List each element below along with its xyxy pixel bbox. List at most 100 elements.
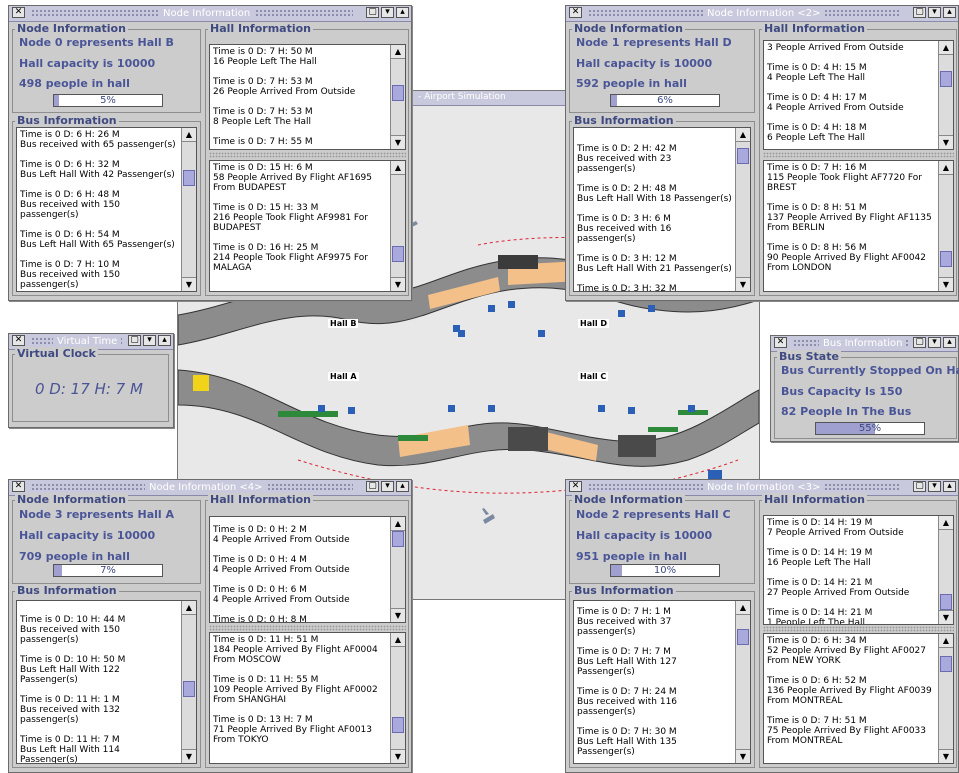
vertical-scrollbar[interactable]: ▲ ▼ — [938, 634, 953, 763]
iconify-icon[interactable]: ▢ — [366, 481, 379, 492]
scroll-up-icon[interactable]: ▲ — [391, 517, 405, 531]
iconify-icon[interactable]: ▢ — [913, 337, 926, 348]
scroll-down-icon[interactable]: ▼ — [391, 277, 405, 291]
scroll-up-icon[interactable]: ▲ — [939, 41, 953, 55]
scroll-up-icon[interactable]: ▲ — [391, 161, 405, 175]
scroll-thumb[interactable] — [183, 681, 195, 697]
close-icon[interactable]: ✕ — [569, 481, 582, 492]
scroll-up-icon[interactable]: ▲ — [182, 128, 196, 142]
bus-state-label: Bus State — [777, 350, 841, 363]
scroll-down-icon[interactable]: ▼ — [939, 135, 953, 149]
vertical-scrollbar[interactable]: ▲ ▼ — [390, 633, 405, 763]
close-icon[interactable]: ✕ — [12, 335, 25, 346]
iconify-icon[interactable]: ▢ — [366, 7, 379, 18]
node3-bus-list[interactable]: Time is 0 D: 10 H: 44 M Bus received wit… — [16, 600, 197, 764]
scroll-up-icon[interactable]: ▲ — [736, 601, 750, 615]
scroll-up-icon[interactable]: ▲ — [182, 601, 196, 615]
node3-flight-list[interactable]: Time is 0 D: 11 H: 51 M 184 People Arriv… — [209, 632, 406, 764]
maximize-icon[interactable]: ▴ — [943, 481, 956, 492]
minimize-icon[interactable]: ▾ — [381, 7, 394, 18]
scroll-down-icon[interactable]: ▼ — [736, 749, 750, 763]
split-pane-divider[interactable] — [763, 152, 954, 158]
close-icon[interactable]: ✕ — [12, 481, 25, 492]
maximize-icon[interactable]: ▴ — [396, 7, 409, 18]
split-pane-divider[interactable] — [209, 625, 406, 631]
node1-title-bar[interactable]: ✕ Node Information <2> ▢ ▾ ▴ — [566, 6, 958, 22]
node1-hall-list[interactable]: 3 People Arrived From Outside Time is 0 D… — [763, 40, 954, 150]
iconify-icon[interactable]: ▢ — [913, 481, 926, 492]
vertical-scrollbar[interactable]: ▲ ▼ — [938, 516, 953, 624]
scroll-thumb[interactable] — [392, 85, 404, 101]
vertical-scrollbar[interactable]: ▲ ▼ — [390, 161, 405, 291]
node1-flight-list[interactable]: Time is 0 D: 7 H: 16 M 115 People Took F… — [763, 160, 954, 292]
node0-hall-list[interactable]: Time is 0 D: 7 H: 50 M 16 People Left Th… — [209, 44, 406, 150]
node3-hall-list[interactable]: Time is 0 D: 0 H: 2 M 4 People Arrived F… — [209, 516, 406, 623]
scroll-up-icon[interactable]: ▲ — [939, 161, 953, 175]
scroll-thumb[interactable] — [940, 656, 952, 672]
maximize-icon[interactable]: ▴ — [158, 335, 171, 346]
scroll-down-icon[interactable]: ▼ — [391, 749, 405, 763]
node0-title-bar[interactable]: ✕ Node Information ▢ ▾ ▴ — [9, 6, 411, 22]
node2-hall-list[interactable]: Time is 0 D: 14 H: 19 M 7 People Arrived… — [763, 515, 954, 625]
bus-capacity-text: Bus Capacity Is 150 — [781, 385, 903, 398]
scroll-thumb[interactable] — [392, 717, 404, 733]
scroll-thumb[interactable] — [737, 629, 749, 645]
scroll-up-icon[interactable]: ▲ — [939, 516, 953, 530]
scroll-thumb[interactable] — [940, 71, 952, 87]
vertical-scrollbar[interactable]: ▲ ▼ — [735, 128, 750, 291]
node3-progress-text: 7% — [100, 565, 116, 576]
node0-flight-list[interactable]: Time is 0 D: 15 H: 6 M 58 People Arrived… — [209, 160, 406, 292]
split-pane-divider[interactable] — [763, 626, 954, 632]
list-item: Time is 0 D: 7 H: 16 M 115 People Took F… — [767, 163, 922, 193]
node2-bus-entries: Time is 0 D: 7 H: 1 M Bus received with … — [577, 607, 732, 763]
vertical-scrollbar[interactable]: ▲ ▼ — [390, 517, 405, 622]
close-icon[interactable]: ✕ — [12, 7, 25, 18]
iconify-icon[interactable]: ▢ — [913, 7, 926, 18]
node0-bus-list[interactable]: Time is 0 D: 6 H: 26 M Bus received with… — [16, 127, 197, 292]
scroll-thumb[interactable] — [737, 148, 749, 164]
minimize-icon[interactable]: ▾ — [928, 337, 941, 348]
scroll-down-icon[interactable]: ▼ — [939, 277, 953, 291]
scroll-down-icon[interactable]: ▼ — [182, 277, 196, 291]
minimize-icon[interactable]: ▾ — [381, 481, 394, 492]
scroll-up-icon[interactable]: ▲ — [391, 633, 405, 647]
node2-bus-list[interactable]: Time is 0 D: 7 H: 1 M Bus received with … — [573, 600, 751, 764]
scroll-down-icon[interactable]: ▼ — [736, 277, 750, 291]
scroll-down-icon[interactable]: ▼ — [939, 749, 953, 763]
scroll-up-icon[interactable]: ▲ — [391, 45, 405, 59]
close-icon[interactable]: ✕ — [774, 337, 787, 348]
vertical-scrollbar[interactable]: ▲ ▼ — [735, 601, 750, 763]
scroll-down-icon[interactable]: ▼ — [939, 610, 953, 624]
minimize-icon[interactable]: ▾ — [143, 335, 156, 346]
vertical-scrollbar[interactable]: ▲ ▼ — [181, 128, 196, 291]
scroll-down-icon[interactable]: ▼ — [391, 135, 405, 149]
scroll-thumb[interactable] — [940, 251, 952, 267]
vertical-scrollbar[interactable]: ▲ ▼ — [938, 161, 953, 291]
virtual-clock-group: Virtual Clock 0 D: 17 H: 7 M — [12, 347, 169, 422]
scroll-thumb[interactable] — [940, 594, 952, 610]
maximize-icon[interactable]: ▴ — [943, 7, 956, 18]
minimize-icon[interactable]: ▾ — [928, 481, 941, 492]
vertical-scrollbar[interactable]: ▲ ▼ — [181, 601, 196, 763]
scroll-down-icon[interactable]: ▼ — [182, 749, 196, 763]
scroll-up-icon[interactable]: ▲ — [736, 128, 750, 142]
scroll-down-icon[interactable]: ▼ — [391, 608, 405, 622]
iconify-icon[interactable]: ▢ — [128, 335, 141, 346]
close-icon[interactable]: ✕ — [569, 7, 582, 18]
vertical-scrollbar[interactable]: ▲ ▼ — [938, 41, 953, 149]
node0-progress-text: 5% — [100, 95, 116, 106]
node1-bus-list[interactable]: Time is 0 D: 2 H: 42 M Bus received with… — [573, 127, 751, 292]
node2-flight-entries: Time is 0 D: 6 H: 34 M 52 People Arrived… — [767, 636, 935, 756]
node0-represents: Node 0 represents Hall B — [19, 36, 174, 49]
scroll-thumb[interactable] — [183, 170, 195, 186]
maximize-icon[interactable]: ▴ — [943, 337, 956, 348]
list-item: Time is 0 D: 10 H: 50 M Bus Left Hall Wi… — [20, 655, 126, 685]
scroll-thumb[interactable] — [392, 531, 404, 547]
split-pane-divider[interactable] — [209, 152, 406, 158]
maximize-icon[interactable]: ▴ — [396, 481, 409, 492]
scroll-up-icon[interactable]: ▲ — [939, 634, 953, 648]
minimize-icon[interactable]: ▾ — [928, 7, 941, 18]
node2-flight-list[interactable]: Time is 0 D: 6 H: 34 M 52 People Arrived… — [763, 633, 954, 764]
scroll-thumb[interactable] — [392, 246, 404, 262]
vertical-scrollbar[interactable]: ▲ ▼ — [390, 45, 405, 149]
